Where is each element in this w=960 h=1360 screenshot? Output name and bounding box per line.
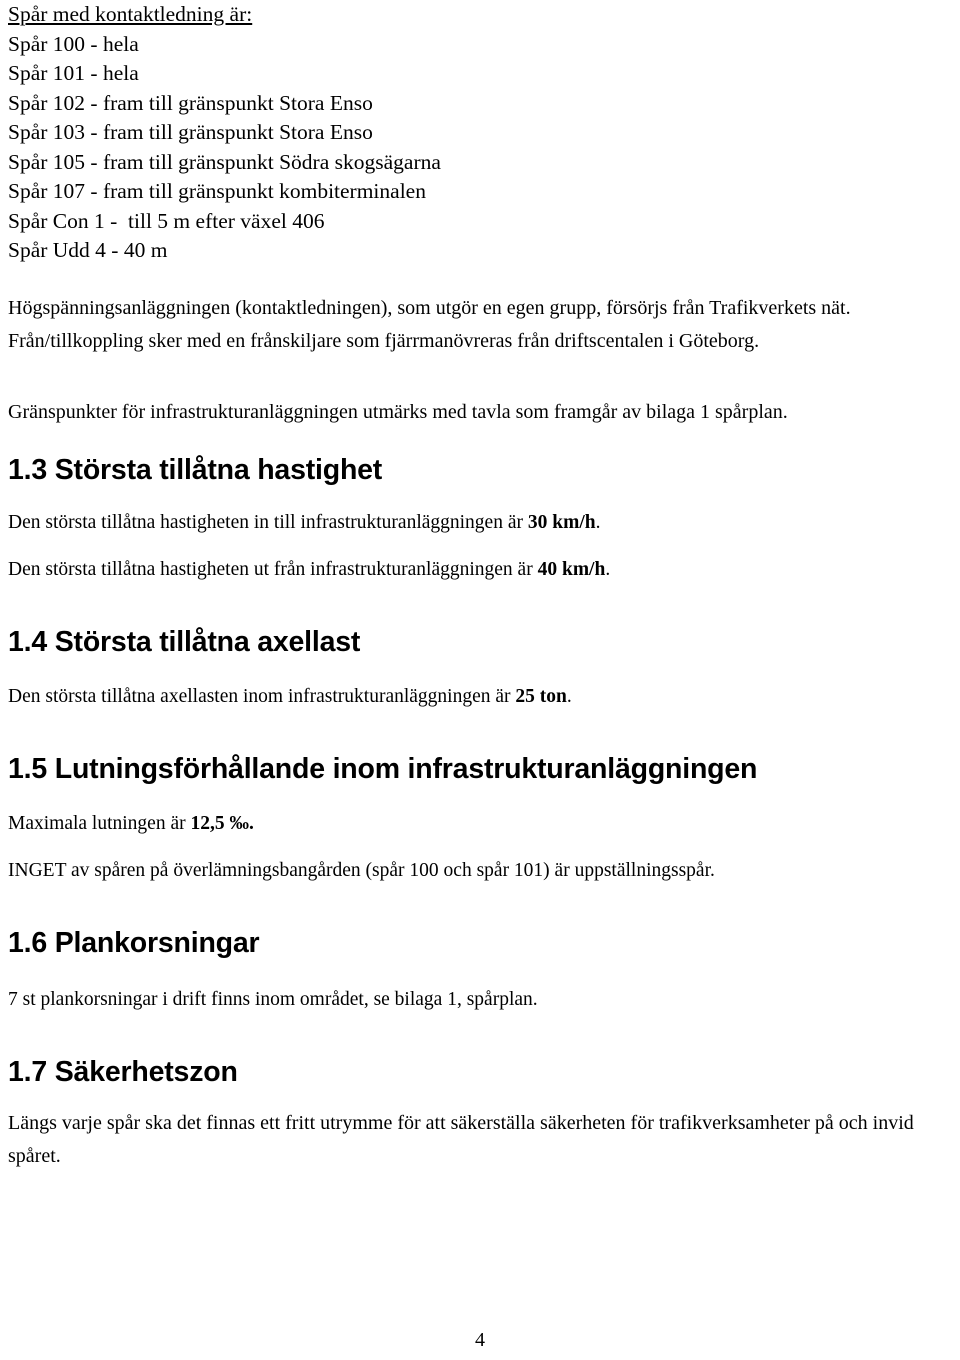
section-heading-1-5: 1.5 Lutningsförhållande inom infrastrukt… bbox=[8, 752, 758, 785]
track-list-item: Spår 100 - hela bbox=[8, 31, 139, 56]
speed-in-suffix: . bbox=[595, 511, 601, 533]
section-1-7-paragraph-1: Längs varje spår ska det finnas ett frit… bbox=[8, 1111, 914, 1167]
section-1-3-paragraph-1: Den största tillåtna hastigheten in till… bbox=[8, 509, 952, 536]
section-1-4-paragraph-1: Den största tillåtna axellasten inom inf… bbox=[8, 683, 952, 710]
track-list-item: Spår 107 - fram till gränspunkt kombiter… bbox=[8, 179, 426, 203]
section-1-3-paragraph-2: Den största tillåtna hastigheten ut från… bbox=[8, 556, 952, 583]
section-heading-1-3: 1.3 Största tillåtna hastighet bbox=[8, 453, 383, 486]
axle-load-suffix: . bbox=[566, 685, 572, 707]
gradient-value: 12,5 ‰. bbox=[190, 812, 254, 834]
section-1-6-paragraph-1: 7 st plankorsningar i drift finns inom o… bbox=[8, 988, 538, 1010]
axle-load-prefix: Den största tillåtna axellasten inom inf… bbox=[8, 685, 516, 707]
section-heading-1-4: 1.4 Största tillåtna axellast bbox=[8, 625, 361, 658]
track-list-item: Spår 102 - fram till gränspunkt Stora En… bbox=[8, 90, 373, 115]
page-number: 4 bbox=[475, 1329, 485, 1351]
speed-in-prefix: Den största tillåtna hastigheten in till… bbox=[8, 511, 528, 533]
section-1-5-paragraph-1: Maximala lutningen är 12,5 ‰. bbox=[8, 810, 952, 837]
speed-in-value: 30 km/h bbox=[527, 511, 596, 533]
section-heading-1-6: 1.6 Plankorsningar bbox=[8, 926, 260, 959]
document-page: Spår med kontaktledning är: Spår 100 - h… bbox=[0, 0, 960, 1360]
gradient-prefix: Maximala lutningen är bbox=[8, 812, 191, 834]
track-list-item: Spår 105 - fram till gränspunkt Södra sk… bbox=[8, 149, 441, 174]
speed-out-value: 40 km/h bbox=[537, 558, 606, 580]
speed-out-suffix: . bbox=[605, 558, 611, 580]
track-list-heading: Spår med kontaktledning är: bbox=[8, 2, 253, 26]
section-1-5-paragraph-2: INGET av spåren på överlämningsbangården… bbox=[8, 859, 715, 881]
track-list-item: Spår Con 1 - till 5 m efter växel 406 bbox=[8, 208, 325, 233]
track-list-item: Spår 103 - fram till gränspunkt Stora En… bbox=[8, 120, 373, 144]
section-heading-1-7: 1.7 Säkerhetszon bbox=[8, 1055, 238, 1088]
track-list-item: Spår Udd 4 - 40 m bbox=[8, 238, 168, 262]
paragraph-boundary-points: Gränspunkter för infrastrukturanläggning… bbox=[8, 400, 788, 423]
speed-out-prefix: Den största tillåtna hastigheten ut från… bbox=[8, 558, 538, 580]
paragraph-high-voltage: Högspänningsanläggningen (kontaktledning… bbox=[8, 296, 851, 352]
axle-load-value: 25 ton bbox=[515, 685, 567, 707]
track-list-item: Spår 101 - hela bbox=[8, 61, 139, 85]
page-content: Spår med kontaktledning är: Spår 100 - h… bbox=[8, 0, 952, 1173]
